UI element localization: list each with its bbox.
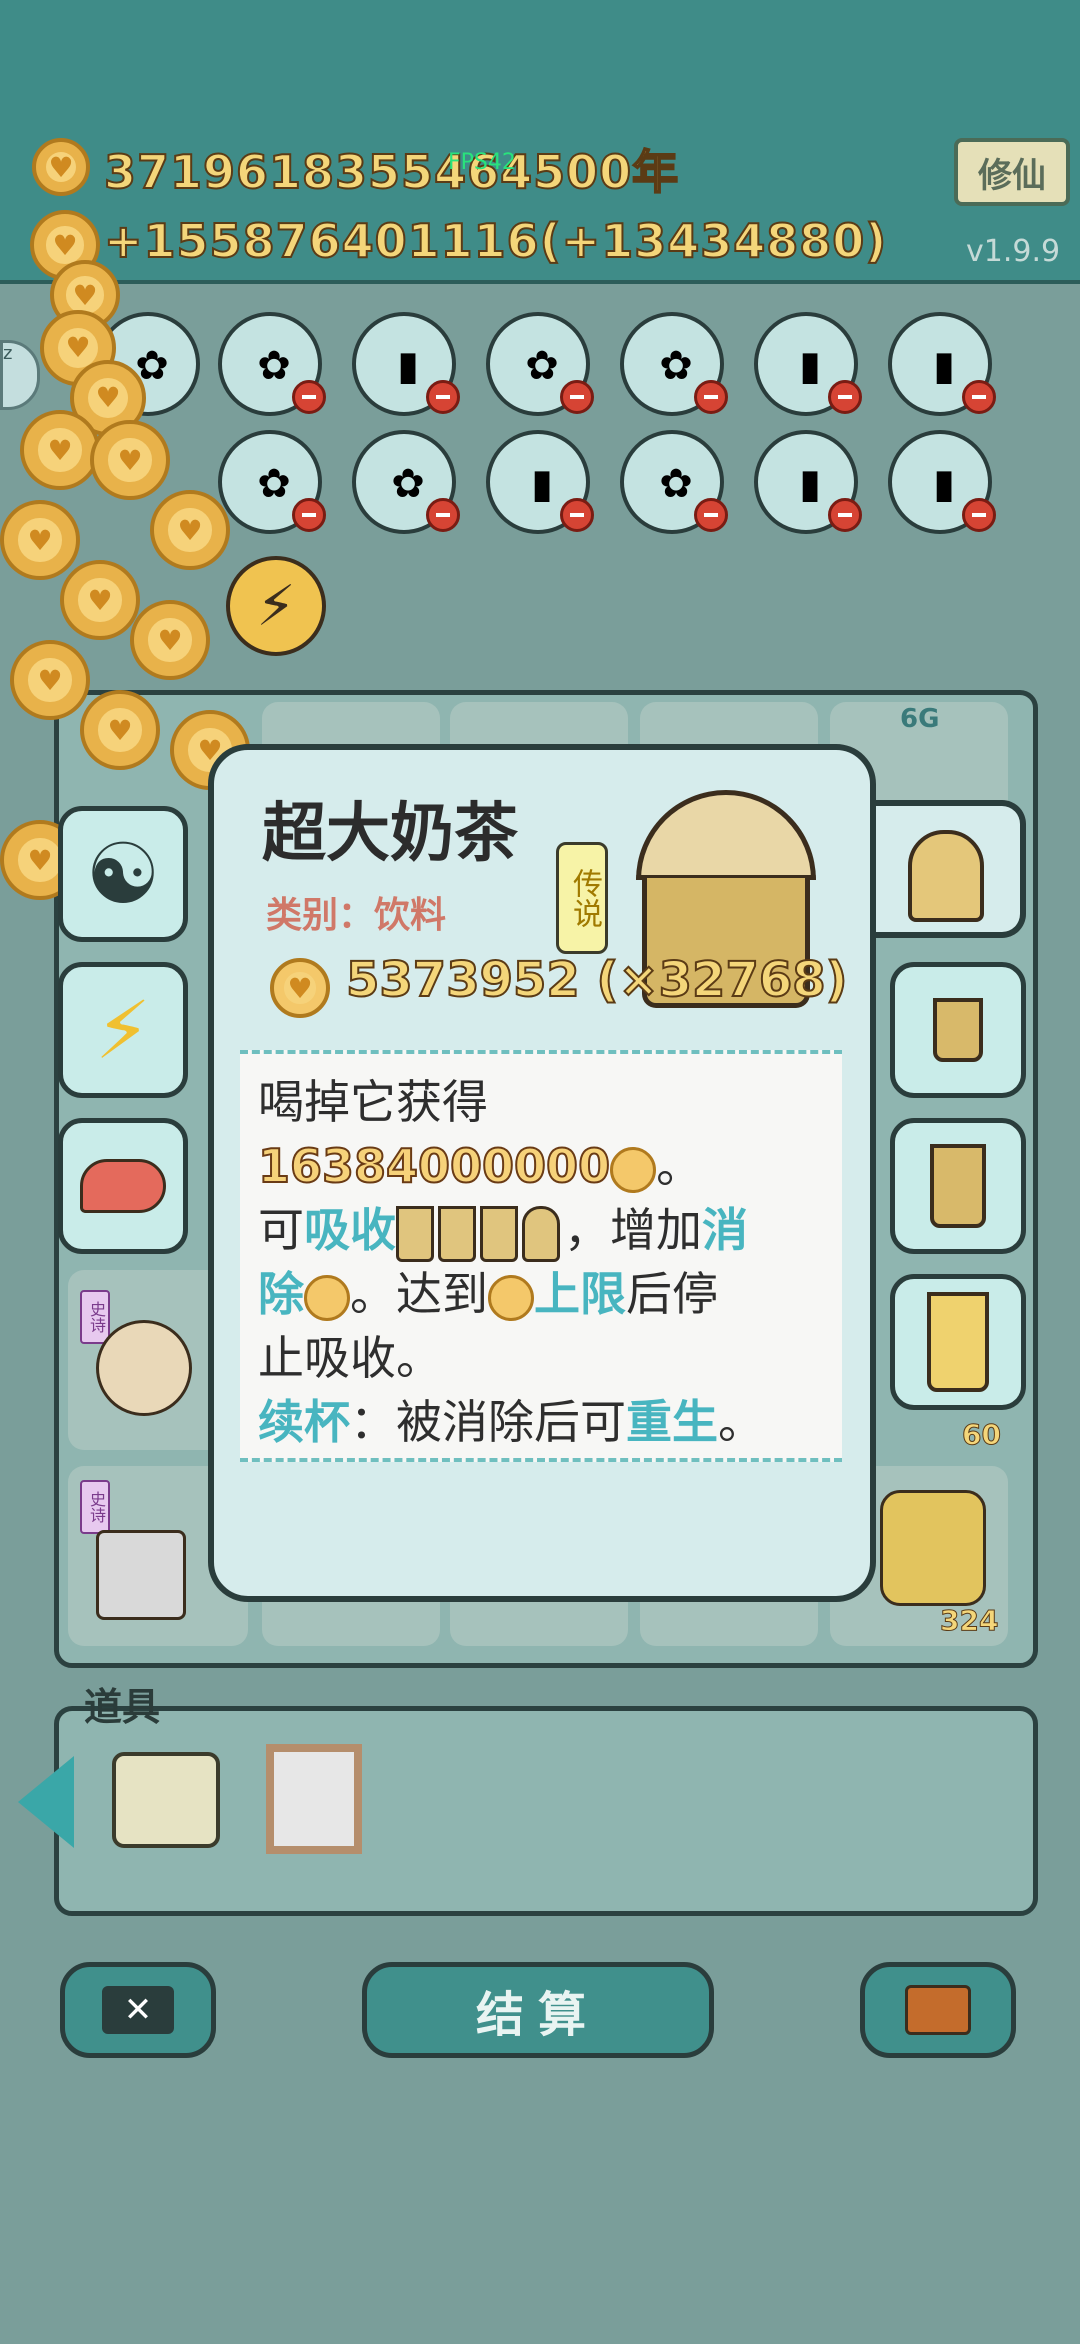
discard-button[interactable]: ✕: [60, 1962, 216, 2058]
large-cup-icon: [927, 1292, 989, 1392]
tab-cup-icon: [908, 830, 984, 922]
fps-counter: FPS42: [448, 150, 516, 175]
tools-label: 道具: [84, 1685, 161, 1729]
tile-count: 324: [939, 1604, 999, 1638]
slot-flower[interactable]: ✿: [620, 430, 728, 534]
coin-icon: ♥: [20, 410, 100, 490]
remove-icon[interactable]: [962, 498, 996, 532]
slot-sack[interactable]: ▮: [352, 312, 460, 416]
desc-line: 可吸收 ，增加消: [258, 1198, 828, 1262]
remove-icon[interactable]: [426, 498, 460, 532]
cultivate-button[interactable]: 修仙: [954, 138, 1070, 206]
remove-icon[interactable]: [694, 380, 728, 414]
item-description: 喝掉它获得 16384000000。 可吸收 ，增加消 除。达到 上限后停 止吸收。…: [257, 1070, 828, 1454]
coin-icon: ♥: [150, 490, 230, 570]
remove-icon[interactable]: [694, 498, 728, 532]
slot-sack[interactable]: ▮: [888, 430, 996, 534]
scroll-left-icon[interactable]: [18, 1756, 74, 1848]
yin-yang-icon: ☯: [85, 825, 161, 923]
desc-line: 续杯：被消除后可重生。: [258, 1395, 764, 1449]
rabbit-house-icon: [96, 1530, 186, 1620]
remove-icon[interactable]: [292, 380, 326, 414]
coin-icon: ♥: [90, 420, 170, 500]
small-cup-icon: [933, 998, 983, 1062]
epic-tag: 史诗: [80, 1480, 110, 1534]
coin-icon: ♥: [60, 560, 140, 640]
item-price: 5373952 (×32768): [345, 951, 849, 1009]
desc-line: 16384000000。: [257, 1138, 703, 1194]
remove-icon[interactable]: [828, 380, 862, 414]
popup-tab[interactable]: [868, 800, 1026, 938]
cup-icon: [480, 1205, 518, 1262]
remove-icon[interactable]: [962, 380, 996, 414]
slot-sack[interactable]: ▮: [754, 312, 862, 416]
cup-icon: [396, 1205, 434, 1262]
liver-icon: [80, 1159, 166, 1213]
large-cup-button[interactable]: [890, 1274, 1026, 1410]
coin-icon: ♥: [270, 958, 330, 1018]
cup-icon: [522, 1205, 560, 1262]
liver-button[interactable]: [58, 1118, 188, 1254]
slot-sack[interactable]: ▮: [754, 430, 862, 534]
medium-cup-icon: [930, 1144, 986, 1228]
item-title: 超大奶茶: [262, 797, 518, 871]
remove-icon[interactable]: [292, 498, 326, 532]
desc-line: 喝掉它获得: [258, 1075, 488, 1129]
lightning-icon: ⚡: [94, 983, 152, 1077]
coin-icon: [610, 1146, 657, 1193]
legend-cards-item[interactable]: [112, 1752, 220, 1848]
medium-cup-button[interactable]: [890, 1118, 1026, 1254]
settle-button[interactable]: 结算: [362, 1962, 714, 2058]
coin-icon: ♥: [10, 640, 90, 720]
tile-6g-label: 6G: [900, 704, 940, 734]
yin-yang-button[interactable]: ☯: [58, 806, 188, 942]
lightning-button[interactable]: ⚡: [58, 962, 188, 1098]
version-label: v1.9.9: [966, 234, 1061, 269]
remove-icon[interactable]: [426, 380, 460, 414]
item-category: 类别：饮料: [266, 895, 447, 936]
slot-sack[interactable]: ▮: [888, 312, 996, 416]
coin-icon: ♥: [80, 690, 160, 770]
tile-count: 60: [962, 1418, 1002, 1452]
hand-icon: [880, 1490, 986, 1606]
desc-line: 除。达到 上限后停: [258, 1267, 718, 1321]
briefcase-icon: [905, 1985, 971, 2035]
briefcase-button[interactable]: [860, 1962, 1016, 2058]
small-cup-button[interactable]: [890, 962, 1026, 1098]
slot-sack[interactable]: ▮: [486, 430, 594, 534]
epic-tag: 史诗: [80, 1290, 110, 1344]
coin-icon: [304, 1274, 350, 1321]
cup-icon: [438, 1205, 476, 1262]
remove-icon[interactable]: [560, 498, 594, 532]
character-icon: [96, 1320, 192, 1416]
remove-icon[interactable]: [828, 498, 862, 532]
coin-icon: ♥: [130, 600, 210, 680]
desc-line: 止吸收。: [258, 1331, 442, 1385]
rarity-tag: 传说: [556, 842, 608, 954]
coin-icon: ♥: [0, 500, 80, 580]
slot-flower[interactable]: ✿: [486, 312, 594, 416]
close-icon: ✕: [102, 1986, 174, 2034]
slot-flower[interactable]: ✿: [620, 312, 728, 416]
slot-flower[interactable]: ✿: [352, 430, 460, 534]
frame-item[interactable]: [266, 1744, 362, 1854]
coin-icon: [488, 1274, 534, 1321]
remove-icon[interactable]: [560, 380, 594, 414]
